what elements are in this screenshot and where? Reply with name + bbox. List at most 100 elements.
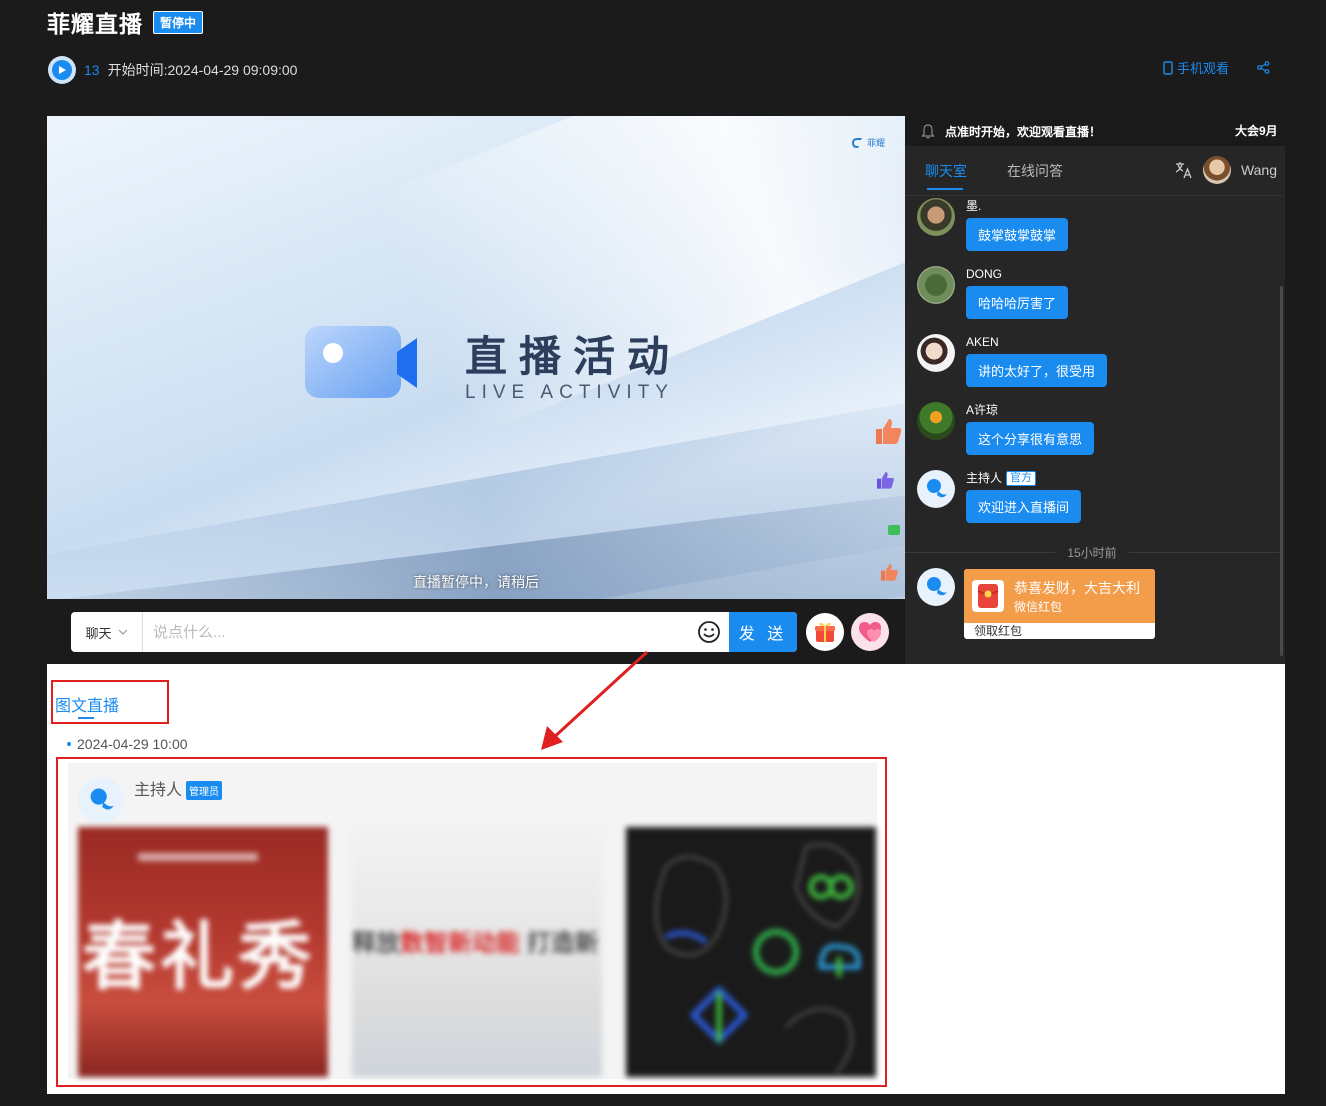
message-bubble: 哈哈哈厉害了 (966, 286, 1069, 319)
translate-icon[interactable] (1175, 161, 1193, 179)
host-logo-icon (927, 577, 947, 596)
red-packet-icon (972, 580, 1004, 612)
share-button[interactable] (1257, 61, 1270, 74)
tab-image-text-live[interactable]: 图文直播 (55, 692, 119, 716)
tab-underline (78, 717, 94, 719)
green-gift-icon (888, 525, 900, 535)
input-bar: 聊天 发 送 (47, 599, 905, 664)
post-author-row: 主持人 管理员 (134, 775, 223, 800)
claim-red-packet[interactable]: 领取红包 (964, 623, 1155, 639)
play-icon[interactable] (48, 56, 76, 84)
red-packet-card[interactable]: 恭喜发财，大吉大利 微信红包 领取红包 (964, 569, 1155, 639)
avatar (917, 198, 955, 236)
red-arrow-annotation (541, 650, 649, 750)
message-bubble: 讲的太好了，很受用 (966, 354, 1108, 387)
brand-logo: 菲耀 (850, 136, 885, 149)
page-title: 菲耀直播 (47, 11, 143, 37)
phone-icon (1163, 60, 1173, 75)
host-avatar (917, 470, 955, 508)
chat-scrollbar[interactable] (1280, 286, 1283, 656)
highlight-box-post: 主持人 管理员 春礼秀 释放数智新动能 打造新 (56, 757, 887, 1087)
chevron-down-icon (118, 629, 127, 635)
share-icon (1257, 61, 1270, 74)
message-author: 墨. (966, 199, 982, 213)
chat-message: AKEN 讲的太好了，很受用 (917, 334, 1108, 387)
message-author: A许琼 (966, 403, 999, 417)
message-input[interactable] (143, 612, 689, 652)
tab-qa[interactable]: 在线问答 (1007, 146, 1063, 196)
video-player[interactable]: 菲耀 直播活动 LIVE ACTIVITY 直播暂停中，请稍后 (47, 116, 905, 599)
user-avatar[interactable] (1202, 156, 1231, 184)
admin-tag: 管理员 (186, 781, 223, 800)
chat-message: DONG 哈哈哈厉害了 (917, 266, 1069, 319)
emoji-icon (698, 621, 720, 643)
red-packet-subtitle: 微信红包 (1014, 599, 1063, 614)
mobile-watch-button[interactable]: 手机观看 (1163, 58, 1229, 77)
message-bubble: 欢迎进入直播间 (966, 490, 1082, 523)
avatar (917, 402, 955, 440)
post-date: 2024-04-29 10:00 (67, 736, 188, 752)
notice-text-right: 大会9月 (1235, 124, 1278, 138)
message-bubble: 鼓掌鼓掌鼓掌 (966, 218, 1069, 251)
live-subtitle: LIVE ACTIVITY (465, 382, 674, 403)
like-button[interactable] (851, 613, 889, 651)
viewer-count: 13 (84, 62, 100, 78)
channel-select[interactable]: 聊天 (71, 612, 143, 652)
host-avatar (917, 568, 955, 606)
post-image-3[interactable] (626, 827, 876, 1077)
notice-bar: 点准时开始，欢迎观看直播！ 大会9月 (905, 116, 1285, 146)
brand-logo-text: 菲耀 (866, 138, 885, 148)
paused-message: 直播暂停中，请稍后 (413, 574, 539, 590)
avatar (917, 334, 955, 372)
host-logo-icon (927, 479, 947, 498)
notice-text: 点准时开始，欢迎观看直播！ (945, 124, 1102, 139)
post-image-3-graphic (655, 843, 861, 1073)
message-author: AKEN (966, 335, 999, 349)
thumbs-up-small-icon (881, 564, 898, 581)
host-logo-icon (90, 788, 114, 810)
post-image-2-text: 释放数智新动能 打造新 (352, 930, 599, 957)
brand-logo-icon (851, 137, 862, 148)
live-title: 直播活动 (465, 333, 682, 380)
message-author: DONG (966, 267, 1002, 281)
channel-label: 聊天 (85, 625, 112, 641)
thumbs-up-icon (876, 419, 902, 444)
top-actions: 手机观看 (1163, 58, 1270, 77)
start-time: 开始时间:2024-04-29 09:09:00 (107, 62, 298, 78)
video-camera-icon (305, 326, 417, 398)
message-bubble: 这个分享很有意思 (966, 422, 1095, 455)
heart-icon (859, 622, 881, 642)
mobile-watch-label: 手机观看 (1176, 61, 1229, 76)
gift-button[interactable] (806, 613, 844, 651)
emoji-button[interactable] (689, 620, 729, 644)
post-author-avatar (78, 777, 124, 823)
gift-icon (815, 622, 835, 642)
message-box: 聊天 发 送 (71, 612, 797, 652)
bell-icon (921, 123, 935, 139)
chat-message (917, 568, 955, 606)
post-image-1[interactable]: 春礼秀 (78, 827, 328, 1077)
message-author: 主持人 (966, 471, 1003, 485)
chat-tabs: 聊天室 在线问答 Wang (905, 146, 1285, 196)
avatar (917, 266, 955, 304)
chat-message: A许琼 这个分享很有意思 (917, 402, 1095, 455)
send-button[interactable]: 发 送 (729, 612, 797, 652)
content-area: 图文直播 2024-04-29 10:00 主持人 管理员 春礼秀 释放数智新动… (47, 650, 1285, 1094)
red-packet-title: 恭喜发财，大吉大利 (1014, 579, 1140, 596)
message-author-row: 主持人 官方 (966, 470, 1081, 486)
meta-row: 13 开始时间:2024-04-29 09:09:00 (48, 56, 297, 84)
post-author: 主持人 (134, 781, 183, 799)
chat-message: 墨. 鼓掌鼓掌鼓掌 (917, 198, 1069, 251)
post-image-2[interactable]: 释放数智新动能 打造新 (352, 827, 602, 1077)
status-badge: 暂停中 (153, 10, 204, 34)
post-card: 主持人 管理员 春礼秀 释放数智新动能 打造新 (68, 763, 877, 1079)
thumbs-up-purple-icon (877, 472, 894, 489)
tab-chat-room[interactable]: 聊天室 (925, 146, 967, 196)
official-tag: 官方 (1006, 470, 1037, 486)
current-user-name: Wang (1240, 162, 1277, 178)
post-image-1-text: 春礼秀 (82, 914, 316, 1000)
chat-message: 主持人 官方 欢迎进入直播间 (917, 470, 1082, 523)
chat-panel: 点准时开始，欢迎观看直播！ 大会9月 聊天室 在线问答 Wang 墨. 鼓掌鼓掌… (905, 116, 1285, 664)
time-divider: 15小时前 (905, 544, 1279, 561)
title-row: 菲耀直播 暂停中 (47, 6, 204, 38)
